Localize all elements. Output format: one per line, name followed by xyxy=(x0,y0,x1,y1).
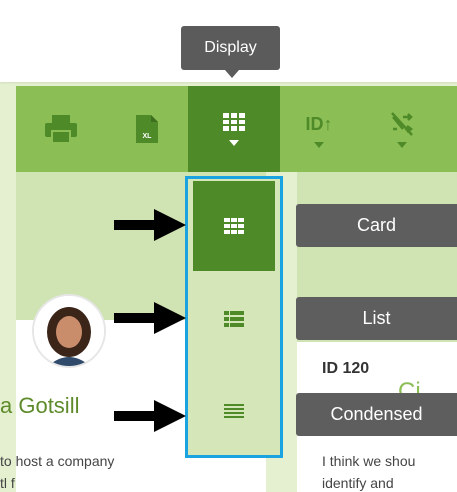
shuffle-button[interactable] xyxy=(371,86,433,172)
label-card-text: Card xyxy=(356,215,396,235)
display-dropdown xyxy=(185,176,283,458)
chevron-down-icon xyxy=(314,142,324,148)
condensed-view-icon xyxy=(224,404,244,418)
display-option-card[interactable] xyxy=(193,181,275,271)
card-id: ID 120 xyxy=(322,360,370,377)
display-button[interactable] xyxy=(188,86,280,172)
label-card: Card xyxy=(296,204,457,247)
arrow-right-icon xyxy=(114,400,186,432)
card-name: a Gotsill xyxy=(0,393,80,418)
card-text-line: tl f xyxy=(0,475,15,491)
label-list-text: List xyxy=(362,308,391,328)
display-tooltip: Display xyxy=(181,26,280,78)
avatar xyxy=(34,296,104,366)
chevron-down-icon xyxy=(229,140,239,146)
label-condensed: Condensed xyxy=(296,393,457,436)
chevron-down-icon xyxy=(397,142,407,148)
label-list: List xyxy=(296,297,457,340)
arrow-right-icon xyxy=(114,209,186,241)
sort-id-button[interactable]: ID↑ xyxy=(288,86,350,172)
tooltip-text: Display xyxy=(204,39,257,56)
list-view-icon xyxy=(224,311,244,327)
card-view-icon xyxy=(224,218,244,234)
print-button[interactable] xyxy=(30,86,92,172)
arrow-right-icon xyxy=(114,302,186,334)
excel-export-icon: XL xyxy=(136,115,158,143)
shuffle-off-icon xyxy=(391,112,414,136)
display-option-list[interactable] xyxy=(193,274,275,364)
avatar-image xyxy=(34,296,104,366)
card-text-line: to host a company xyxy=(0,453,115,469)
excel-badge: XL xyxy=(143,133,153,140)
export-excel-button[interactable]: XL xyxy=(116,86,178,172)
toolbar: XL ID↑ xyxy=(16,86,457,172)
display-option-condensed[interactable] xyxy=(193,366,275,456)
card-text-line: identify and xyxy=(322,475,394,491)
label-condensed-text: Condensed xyxy=(330,404,423,424)
sort-id-icon: ID↑ xyxy=(305,113,333,134)
card-text-line: I think we shou xyxy=(322,453,416,469)
grid-display-icon xyxy=(223,113,245,131)
printer-icon xyxy=(45,115,77,144)
